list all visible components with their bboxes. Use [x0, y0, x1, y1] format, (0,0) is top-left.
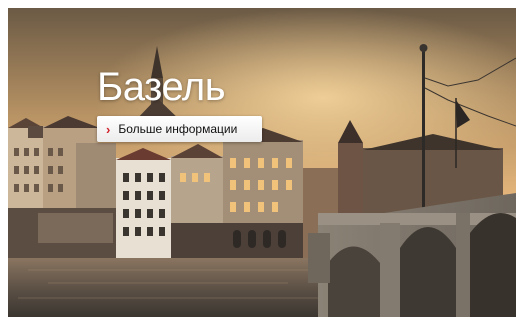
basel-cityscape-photo	[8, 8, 516, 317]
hero-banner: Базель › Больше информации	[8, 8, 516, 317]
city-title: Базель	[97, 65, 226, 109]
more-info-label: Больше информации	[118, 122, 238, 136]
chevron-right-icon: ›	[106, 121, 111, 137]
more-info-button[interactable]: › Больше информации	[97, 116, 262, 142]
